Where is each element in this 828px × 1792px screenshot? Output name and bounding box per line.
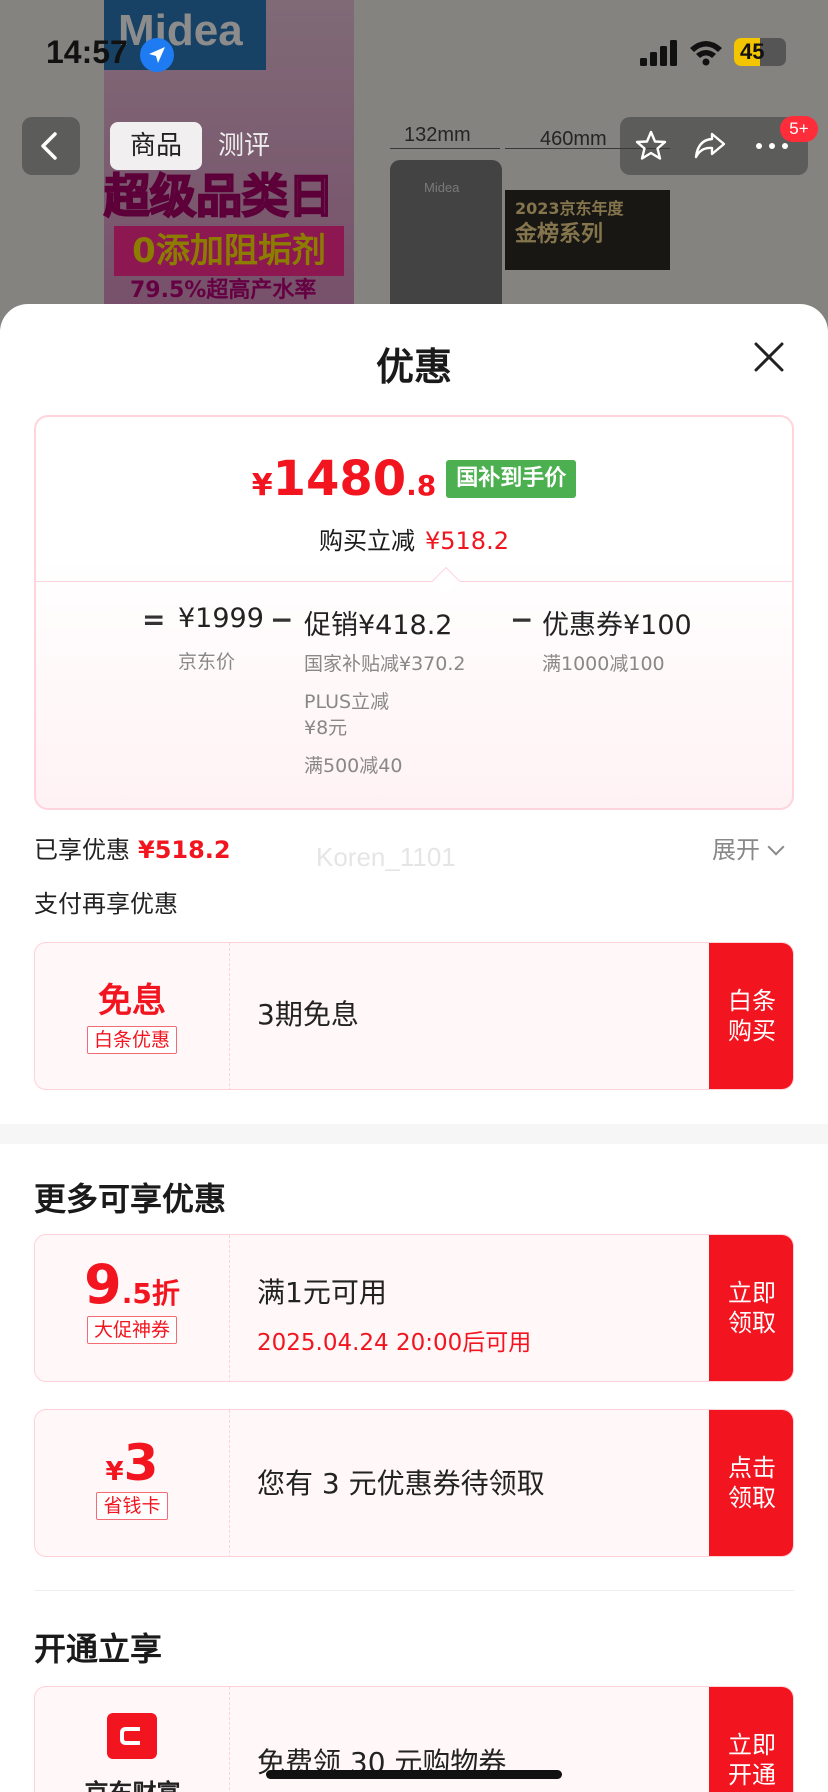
- expand-label: 展开: [712, 836, 760, 864]
- instant-discount-amount: ¥518.2: [425, 527, 509, 555]
- divider: [36, 581, 792, 582]
- jd-finance-logo-icon: [107, 1713, 157, 1759]
- expand-button[interactable]: 展开: [712, 830, 785, 865]
- minus-sign: −: [270, 603, 294, 636]
- tab-review[interactable]: 测评: [218, 122, 270, 170]
- chevron-down-icon: [767, 838, 785, 856]
- pay-more-title: 支付再享优惠: [34, 890, 178, 918]
- save-card-value: ¥3: [35, 1434, 229, 1492]
- baitiao-buy-button[interactable]: 白条 购买: [709, 943, 793, 1089]
- promo-time: 2025.04.24 20:00后可用: [257, 1330, 532, 1356]
- coupon-total: 优惠券¥100: [542, 610, 692, 641]
- instant-discount-row: 购买立减 ¥518.2: [36, 521, 792, 556]
- jd-price: ¥1999: [178, 603, 264, 634]
- more-discounts-title: 更多可享优惠: [34, 1180, 227, 1218]
- save-card-amount: 3: [123, 1434, 159, 1492]
- promo-total: 促销¥418.2: [304, 610, 453, 641]
- claim-promo-button[interactable]: 立即 领取: [709, 1235, 793, 1381]
- watermark: Koren_1101: [316, 842, 456, 872]
- baitiao-text: 3期免息: [257, 998, 359, 1031]
- status-bar: 14:57 45: [0, 0, 828, 100]
- equals-sign: =: [142, 603, 166, 636]
- enjoyed-label: 已享优惠: [34, 836, 130, 864]
- minus-sign: −: [510, 603, 534, 636]
- baitiao-coupon: 免息 白条优惠 3期免息 白条 购买: [34, 942, 794, 1090]
- location-arrow-icon: [140, 38, 174, 72]
- star-icon[interactable]: [634, 129, 668, 163]
- wifi-icon: [690, 41, 722, 66]
- jd-price-label: 京东价: [178, 651, 236, 673]
- cellular-signal-icon: [640, 40, 677, 66]
- discount-sheet: 优惠 ¥1480.8 国补到手价 购买立减 ¥518.2 = ¥1999 京东价 −…: [0, 304, 828, 1792]
- promo-value: 9.5折: [35, 1253, 229, 1316]
- enjoyed-discount: 已享优惠 ¥518.2: [34, 830, 231, 865]
- caret-pointer: [431, 566, 461, 596]
- sheet-title: 优惠: [375, 345, 452, 389]
- baitiao-head: 免息: [98, 981, 166, 1021]
- coupon-left: 免息 白条优惠: [35, 943, 230, 1089]
- final-price-integer: 1480: [272, 451, 407, 507]
- promo-value-rest: .5折: [121, 1277, 180, 1310]
- baitiao-tag: 白条优惠: [86, 1026, 177, 1054]
- coupon-left: 京东财富: [35, 1687, 230, 1792]
- open-finance-button[interactable]: 立即 开通: [709, 1687, 793, 1792]
- finance-name: 京东财富: [35, 1773, 230, 1792]
- home-indicator: [266, 1770, 562, 1779]
- instant-discount-label: 购买立减: [319, 527, 415, 555]
- status-time: 14:57: [46, 34, 128, 70]
- save-card-tag: 省钱卡: [96, 1492, 168, 1520]
- chevron-left-icon: [41, 132, 57, 160]
- promo-item: 满500减40: [304, 755, 403, 777]
- back-button[interactable]: [22, 117, 80, 175]
- promo-item: 国家补贴减¥370.2: [304, 653, 466, 675]
- coupon-left: 9.5折 大促神券: [35, 1235, 230, 1381]
- final-price-currency: ¥: [251, 468, 273, 503]
- gov-subsidy-tag: 国补到手价: [446, 460, 577, 498]
- battery-icon: 45: [734, 38, 786, 66]
- enjoyed-amount: ¥518.2: [138, 836, 231, 864]
- coupon-item: 满1000减100: [542, 653, 665, 675]
- section-divider: [0, 1124, 828, 1144]
- divider: [34, 1590, 794, 1591]
- save-card-title: 您有 3 元优惠券待领取: [257, 1467, 545, 1500]
- more-icon[interactable]: [754, 141, 790, 151]
- final-price-decimal: .8: [406, 469, 437, 502]
- tab-product[interactable]: 商品: [110, 122, 202, 170]
- promo-tag: 大促神券: [86, 1316, 177, 1344]
- share-icon[interactable]: [692, 129, 728, 163]
- final-price-row: ¥1480.8 国补到手价: [36, 451, 792, 507]
- message-badge: 5+: [780, 116, 818, 142]
- battery-level: 45: [740, 39, 765, 64]
- save-card-coupon: ¥3 省钱卡 您有 3 元优惠券待领取 点击 领取: [34, 1409, 794, 1557]
- coupon-left: ¥3 省钱卡: [35, 1410, 230, 1556]
- promo-item: PLUS立减 ¥8元: [304, 691, 390, 739]
- close-icon[interactable]: [752, 340, 786, 374]
- promo-coupon: 9.5折 大促神券 满1元可用 2025.04.24 20:00后可用 立即 领…: [34, 1234, 794, 1382]
- promo-title: 满1元可用: [257, 1276, 387, 1309]
- claim-save-card-button[interactable]: 点击 领取: [709, 1410, 793, 1556]
- promo-value-main: 9: [84, 1253, 122, 1316]
- save-card-currency: ¥: [105, 1457, 124, 1487]
- open-benefits-title: 开通立享: [34, 1630, 163, 1668]
- price-summary-card: ¥1480.8 国补到手价 购买立减 ¥518.2 = ¥1999 京东价 − 促销…: [34, 415, 794, 810]
